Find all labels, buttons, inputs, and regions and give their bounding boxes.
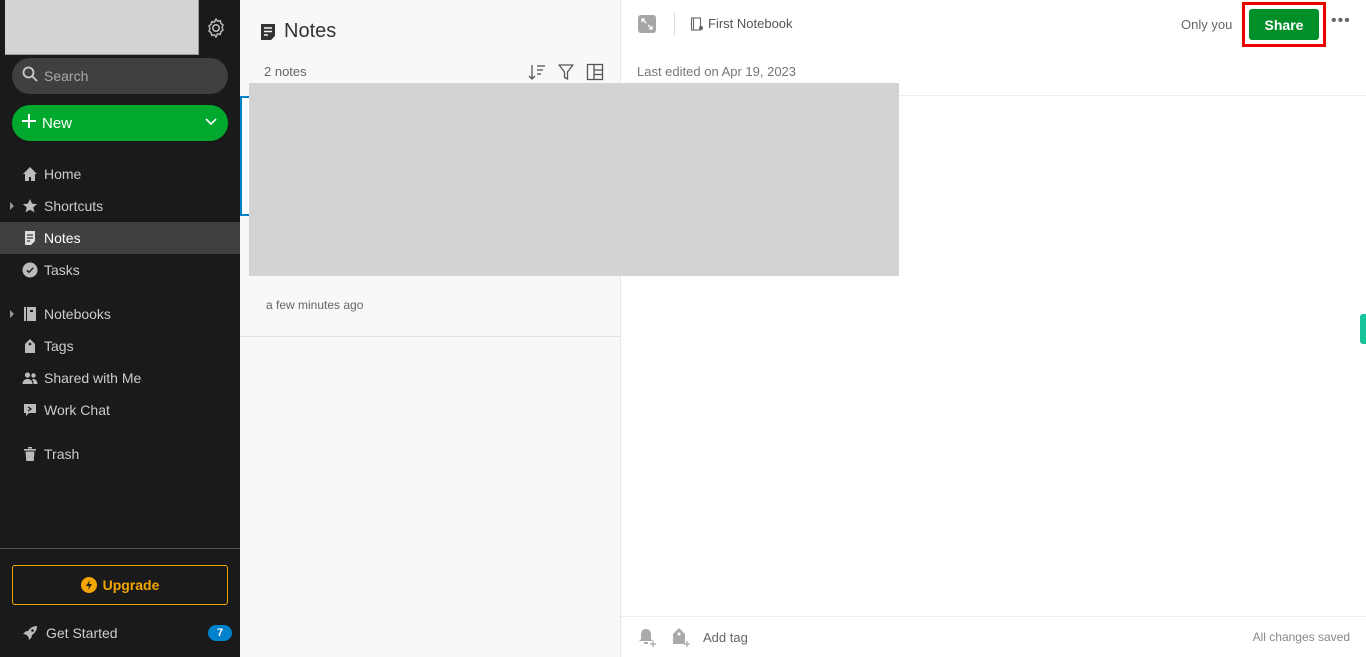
note-count: 2 notes	[264, 64, 307, 79]
share-button[interactable]: Share	[1249, 9, 1319, 40]
lightning-icon	[80, 577, 97, 593]
sidebar-item-label: Home	[44, 166, 82, 182]
sidebar-item-shortcuts[interactable]: Shortcuts	[0, 190, 240, 222]
add-tag-input[interactable]: Add tag	[703, 630, 748, 645]
sidebar-item-label: Shortcuts	[44, 198, 104, 214]
notebook-name: First Notebook	[708, 16, 793, 31]
footer-divider	[621, 616, 1366, 617]
search-input[interactable]	[44, 68, 214, 84]
tag-icon	[22, 338, 38, 354]
notebook-icon	[22, 306, 38, 322]
note-timestamp: a few minutes ago	[266, 298, 364, 312]
notes-title-label: Notes	[284, 20, 337, 42]
chat-icon	[22, 402, 38, 418]
upgrade-button[interactable]: Upgrade	[12, 565, 228, 605]
star-icon	[22, 198, 38, 214]
side-panel-handle[interactable]	[1360, 314, 1366, 344]
add-reminder-icon[interactable]	[637, 627, 657, 652]
home-icon	[22, 166, 38, 182]
more-options-icon[interactable]: •••	[1331, 12, 1351, 30]
visibility-label[interactable]: Only you	[1181, 17, 1232, 32]
upgrade-label: Upgrade	[102, 577, 160, 593]
expand-caret-icon[interactable]	[10, 310, 14, 318]
filter-icon[interactable]	[556, 62, 575, 81]
view-layout-icon[interactable]	[585, 62, 604, 81]
sidebar-item-tasks[interactable]: Tasks	[0, 254, 240, 286]
sidebar-item-tags[interactable]: Tags	[0, 330, 240, 362]
count-badge: 7	[208, 625, 232, 641]
sidebar-item-label: Trash	[44, 446, 80, 462]
new-button-label: New	[42, 114, 73, 132]
sort-icon[interactable]	[527, 62, 546, 81]
expand-icon[interactable]	[638, 15, 656, 33]
sidebar-item-home[interactable]: Home	[0, 158, 240, 190]
plus-icon	[22, 114, 36, 132]
rocket-icon	[22, 625, 38, 641]
note-list-toolbar	[527, 62, 604, 81]
sidebar-item-label: Notes	[44, 230, 81, 246]
notebook-icon	[690, 16, 704, 31]
check-circle-icon	[22, 262, 38, 278]
people-icon	[22, 370, 38, 386]
last-edited-label: Last edited on Apr 19, 2023	[637, 64, 797, 79]
page-title: Notes	[260, 20, 336, 43]
add-tag-icon[interactable]	[671, 627, 691, 652]
expand-caret-icon[interactable]	[10, 202, 14, 210]
account-avatar-redacted[interactable]	[5, 0, 199, 55]
save-status: All changes saved	[1252, 630, 1350, 644]
chevron-down-icon[interactable]	[204, 115, 218, 133]
sidebar-divider	[0, 548, 240, 549]
get-started-item[interactable]: Get Started 7	[0, 621, 240, 645]
sidebar-item-label: Tasks	[44, 262, 80, 278]
sidebar-item-trash[interactable]: Trash	[0, 438, 240, 470]
sidebar-item-notebooks[interactable]: Notebooks	[0, 298, 240, 330]
toolbar-divider	[674, 13, 675, 35]
share-highlight-box: Share	[1242, 2, 1326, 47]
get-started-label: Get Started	[46, 625, 118, 641]
gear-icon[interactable]	[204, 16, 228, 40]
search-box[interactable]	[12, 58, 228, 94]
sidebar-item-notes[interactable]: Notes	[0, 222, 240, 254]
sidebar-item-label: Work Chat	[44, 402, 110, 418]
search-icon	[22, 66, 38, 87]
note-icon	[260, 23, 276, 41]
sidebar-item-label: Tags	[44, 338, 74, 354]
redacted-region	[249, 83, 899, 276]
trash-icon	[22, 446, 38, 462]
sidebar-nav: Home Shortcuts Notes Tasks Notebooks Tag…	[0, 158, 240, 470]
notebook-selector[interactable]: First Notebook	[690, 16, 793, 31]
sidebar-item-label: Shared with Me	[44, 370, 142, 386]
note-icon	[22, 230, 38, 246]
sidebar-item-label: Notebooks	[44, 306, 111, 322]
sidebar-item-work-chat[interactable]: Work Chat	[0, 394, 240, 426]
new-note-button[interactable]: New	[12, 105, 228, 141]
sidebar: New Home Shortcuts Notes Tasks Notebooks	[0, 0, 240, 657]
sidebar-item-shared-with-me[interactable]: Shared with Me	[0, 362, 240, 394]
